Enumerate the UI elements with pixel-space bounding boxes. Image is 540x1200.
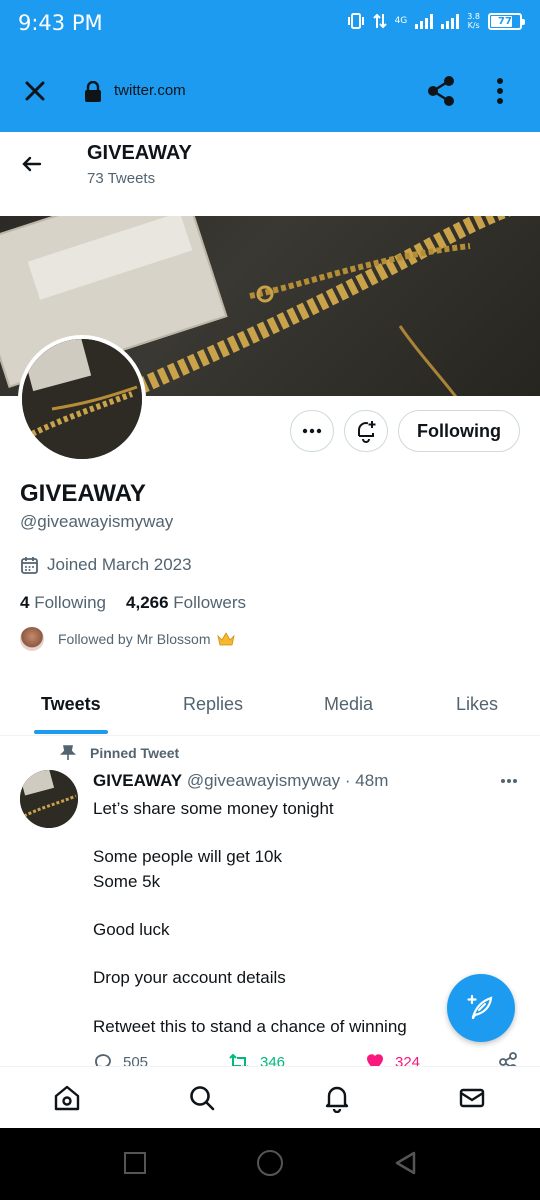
following-count: 4 bbox=[20, 593, 30, 612]
compose-tweet-button[interactable] bbox=[447, 974, 515, 1042]
header-title: GIVEAWAY bbox=[87, 142, 192, 164]
bottom-navigation bbox=[0, 1066, 540, 1128]
speed-unit: K/s bbox=[467, 21, 480, 30]
profile-top-bar: GIVEAWAY 73 Tweets bbox=[0, 132, 540, 216]
followed-by-text: Followed by Mr Blossom bbox=[58, 631, 211, 647]
tweet-line bbox=[93, 942, 513, 966]
calendar-icon bbox=[21, 556, 38, 574]
browser-bar: twitter.com bbox=[0, 50, 540, 132]
recent-apps-button[interactable] bbox=[124, 1152, 146, 1174]
system-icons: 4G 3.8 K/s 77 bbox=[347, 12, 525, 30]
tweet-line: Some 5k bbox=[93, 871, 161, 891]
home-button[interactable] bbox=[257, 1150, 283, 1176]
tab-media[interactable]: Media bbox=[324, 694, 373, 715]
more-horizontal-icon bbox=[302, 428, 322, 434]
tweet-author-name[interactable]: GIVEAWAY bbox=[93, 771, 182, 790]
tweet-author-avatar[interactable] bbox=[20, 770, 78, 828]
header-tweet-count: 73 Tweets bbox=[87, 170, 156, 187]
lock-icon bbox=[85, 81, 101, 102]
vibrate-icon bbox=[347, 13, 364, 29]
signal-bars-2-icon bbox=[441, 13, 460, 29]
pinned-label: Pinned Tweet bbox=[90, 745, 180, 761]
tab-likes[interactable]: Likes bbox=[456, 694, 498, 715]
tweet-line bbox=[93, 821, 513, 845]
avatar-image bbox=[22, 339, 142, 459]
speed-value: 3.8 bbox=[467, 12, 480, 21]
tweet-author-meta[interactable]: @giveawayismyway · 48m bbox=[187, 771, 388, 790]
tweet-avatar-image bbox=[20, 770, 78, 828]
tweet-more-icon[interactable] bbox=[500, 778, 518, 784]
display-name: GIVEAWAY bbox=[20, 480, 146, 507]
status-time: 9:43 PM bbox=[18, 11, 103, 35]
tweet-line: Good luck bbox=[93, 919, 170, 939]
data-transfer-icon bbox=[372, 13, 387, 29]
followers-count: 4,266 bbox=[126, 593, 169, 612]
notifications-button[interactable] bbox=[344, 410, 388, 452]
url-text[interactable]: twitter.com bbox=[114, 82, 186, 99]
joined-date: Joined March 2023 bbox=[20, 555, 192, 575]
follow-stats: 4 Following 4,266 Followers bbox=[20, 593, 246, 613]
back-button[interactable] bbox=[393, 1150, 417, 1176]
share-icon[interactable] bbox=[424, 74, 458, 108]
system-navigation-bar bbox=[0, 1128, 540, 1200]
back-arrow-icon[interactable] bbox=[20, 152, 44, 176]
following-link[interactable]: 4 Following bbox=[20, 593, 106, 612]
followed-by[interactable]: Followed by Mr Blossom bbox=[20, 627, 235, 651]
tab-tweets[interactable]: Tweets bbox=[41, 694, 101, 715]
follower-avatar bbox=[20, 627, 44, 651]
network-speed: 3.8 K/s bbox=[467, 12, 480, 30]
pinned-indicator: Pinned Tweet bbox=[60, 745, 179, 761]
pin-icon bbox=[60, 745, 76, 760]
crown-emoji-icon bbox=[216, 632, 235, 646]
battery-level: 77 bbox=[498, 15, 512, 27]
status-bar: 9:43 PM 4G 3.8 K/s 77 bbox=[0, 0, 540, 50]
profile-avatar[interactable] bbox=[18, 335, 146, 463]
tweet-line: Drop your account details bbox=[93, 968, 286, 988]
signal-bars-icon bbox=[415, 13, 434, 29]
joined-text: Joined March 2023 bbox=[47, 555, 192, 574]
tweet-header: GIVEAWAY @giveawayismyway · 48m bbox=[93, 771, 388, 791]
tweet-line: Some people will get 10k bbox=[93, 847, 283, 867]
handle: @giveawayismyway bbox=[20, 512, 174, 531]
followers-label: Followers bbox=[173, 593, 247, 612]
home-icon[interactable] bbox=[52, 1083, 82, 1113]
profile-tabs: Tweets Replies Media Likes bbox=[0, 680, 540, 736]
tweet-line: Let’s share some money tonight bbox=[93, 799, 334, 818]
tab-replies[interactable]: Replies bbox=[183, 694, 243, 715]
battery-icon: 77 bbox=[488, 12, 525, 30]
network-type: 4G bbox=[394, 16, 408, 26]
more-vertical-icon[interactable] bbox=[494, 76, 506, 106]
mail-icon[interactable] bbox=[457, 1083, 487, 1113]
bell-icon[interactable] bbox=[322, 1083, 352, 1113]
active-tab-indicator bbox=[34, 730, 108, 734]
following-button[interactable]: Following bbox=[398, 410, 520, 452]
search-icon[interactable] bbox=[187, 1083, 217, 1113]
following-label: Following bbox=[34, 593, 107, 612]
bell-plus-icon bbox=[358, 421, 376, 443]
followers-link[interactable]: 4,266 Followers bbox=[126, 593, 246, 612]
compose-feather-icon bbox=[467, 994, 493, 1020]
more-options-button[interactable] bbox=[290, 410, 334, 452]
tweet-line bbox=[93, 894, 513, 918]
close-icon[interactable] bbox=[20, 76, 50, 106]
